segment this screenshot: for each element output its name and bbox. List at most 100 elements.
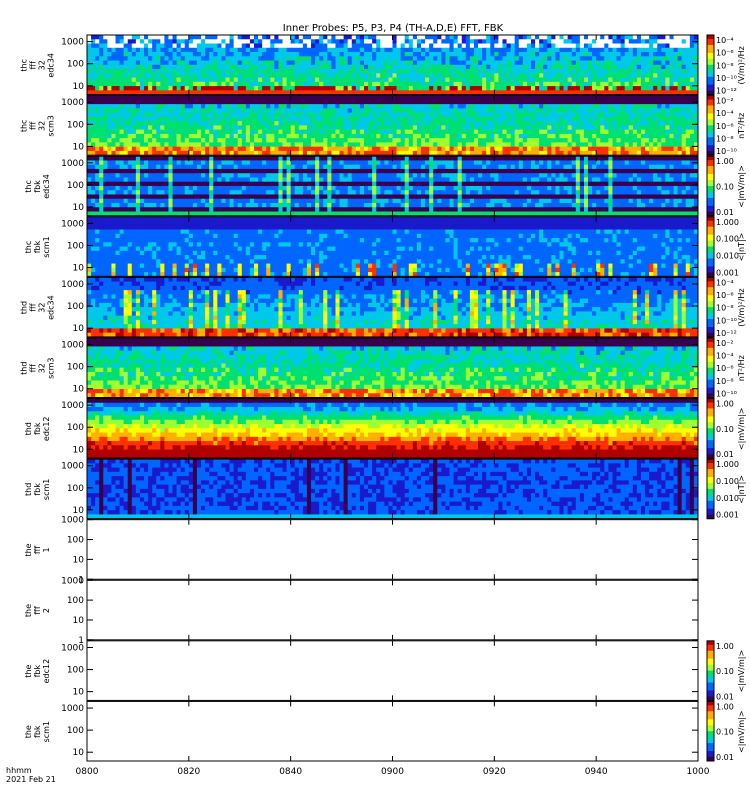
heat-cell bbox=[131, 156, 137, 161]
heat-cell bbox=[258, 73, 263, 79]
heat-cell bbox=[665, 35, 670, 40]
heat-cell bbox=[180, 77, 186, 83]
heat-cell bbox=[319, 129, 324, 135]
heat-cell bbox=[237, 202, 243, 208]
heat-cell bbox=[465, 47, 471, 53]
heat-cell bbox=[575, 99, 581, 105]
heat-cell bbox=[262, 99, 267, 105]
heat-cell bbox=[209, 181, 214, 187]
heat-cell bbox=[196, 69, 202, 74]
heat-cell bbox=[343, 64, 349, 70]
heat-cell bbox=[620, 95, 626, 101]
heat-cell bbox=[421, 77, 426, 83]
heat-cell bbox=[135, 108, 141, 114]
heat-cell bbox=[156, 99, 161, 105]
heat-cell bbox=[657, 125, 662, 131]
heat-cell bbox=[518, 138, 524, 143]
heat-cell bbox=[164, 99, 169, 105]
heat-cell bbox=[139, 173, 145, 178]
heat-cell bbox=[514, 86, 520, 91]
heat-cell bbox=[681, 108, 687, 114]
heat-cell bbox=[579, 39, 585, 45]
heat-cell bbox=[567, 52, 573, 57]
heat-cell bbox=[441, 99, 446, 105]
heat-cell bbox=[315, 112, 320, 118]
heat-cell bbox=[478, 77, 483, 83]
heat-cell bbox=[563, 112, 569, 118]
heat-cell bbox=[91, 56, 96, 62]
heat-cell bbox=[437, 56, 442, 62]
heat-cell bbox=[111, 185, 117, 191]
heat-cell bbox=[241, 77, 247, 83]
heat-cell bbox=[148, 99, 153, 105]
heat-cell bbox=[298, 35, 304, 40]
heat-cell bbox=[278, 95, 284, 101]
heat-cell bbox=[278, 168, 284, 174]
heat-cell bbox=[429, 52, 434, 57]
heat-cell bbox=[315, 129, 320, 135]
heat-cell bbox=[323, 129, 328, 135]
heat-cell bbox=[241, 168, 247, 174]
heat-cell bbox=[225, 112, 231, 118]
heat-cell bbox=[522, 73, 528, 79]
heat-cell bbox=[547, 108, 552, 114]
heat-cell bbox=[567, 43, 573, 49]
heat-cell bbox=[335, 112, 341, 118]
heat-cell bbox=[453, 81, 459, 87]
heat-cell bbox=[156, 104, 161, 109]
heat-cell bbox=[445, 129, 451, 135]
heat-cell bbox=[457, 108, 463, 114]
heat-cell bbox=[657, 108, 662, 114]
heat-cell bbox=[192, 108, 198, 114]
heat-cell bbox=[363, 95, 369, 101]
heat-cell bbox=[372, 73, 377, 79]
heat-cell bbox=[421, 64, 426, 70]
heat-cell bbox=[209, 77, 214, 83]
heat-cell bbox=[156, 52, 161, 57]
heat-cell bbox=[99, 81, 104, 87]
heat-cell bbox=[347, 125, 353, 131]
heat-cell bbox=[103, 64, 108, 70]
heat-cell bbox=[559, 60, 565, 66]
heat-cell bbox=[453, 104, 459, 109]
heat-cell bbox=[152, 129, 157, 135]
heat-cell bbox=[677, 47, 683, 53]
heat-cell bbox=[575, 116, 581, 122]
heat-cell bbox=[172, 60, 178, 66]
heat-cell bbox=[294, 129, 300, 135]
heat-cell bbox=[111, 108, 117, 114]
heat-cell bbox=[229, 86, 235, 91]
heat-cell bbox=[351, 47, 357, 53]
heat-cell bbox=[368, 129, 373, 135]
heat-cell bbox=[294, 86, 300, 91]
heat-cell bbox=[478, 108, 483, 114]
heat-cell bbox=[164, 160, 169, 166]
heat-cell bbox=[522, 43, 528, 49]
heat-cell bbox=[376, 81, 381, 87]
heat-cell bbox=[233, 190, 239, 195]
heat-cell bbox=[351, 60, 357, 66]
heat-cell bbox=[339, 129, 345, 135]
heat-cell bbox=[205, 125, 210, 131]
heat-cell bbox=[95, 168, 100, 174]
heat-cell bbox=[482, 39, 487, 45]
heat-cell bbox=[486, 56, 491, 62]
heat-cell bbox=[152, 173, 157, 178]
heat-cell bbox=[123, 185, 129, 191]
heat-cell bbox=[457, 69, 463, 74]
heat-cell bbox=[164, 81, 169, 87]
heat-cell bbox=[372, 133, 377, 139]
heat-cell bbox=[555, 112, 560, 118]
heat-cell bbox=[620, 125, 626, 131]
colorbar-tick-label: 10⁻¹⁰ bbox=[716, 74, 737, 83]
heat-cell bbox=[201, 190, 206, 195]
heat-cell bbox=[600, 56, 605, 62]
heat-cell bbox=[681, 129, 687, 135]
heat-cell bbox=[526, 116, 532, 122]
heat-cell bbox=[535, 52, 540, 57]
heat-cell bbox=[604, 99, 609, 105]
heat-cell bbox=[596, 142, 601, 148]
heat-cell bbox=[148, 77, 153, 83]
heat-cell bbox=[681, 133, 687, 139]
heat-cell bbox=[514, 133, 520, 139]
